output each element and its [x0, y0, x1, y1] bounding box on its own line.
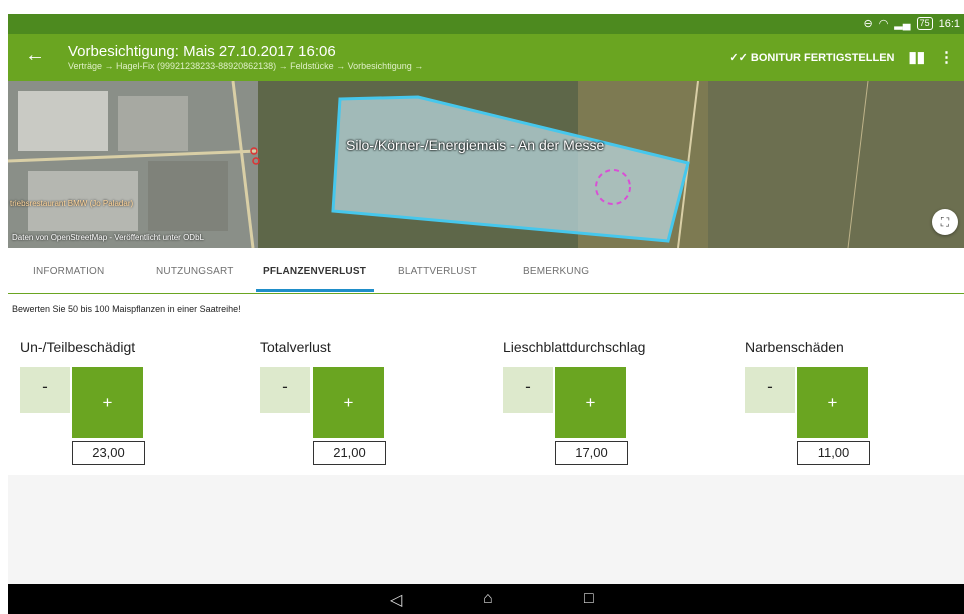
field-label: Silo-/Körner-/Energiemais - An der Messe	[346, 137, 605, 153]
tab-bemerkung[interactable]: BEMERKUNG	[523, 266, 589, 277]
counter-value[interactable]: 11,00	[797, 441, 870, 465]
status-bar: ⊖ ◠ ▂▄ 75 16:1	[8, 14, 964, 34]
status-icons: ⊖ ◠ ▂▄ 75 16:1	[863, 17, 960, 30]
decrement-button[interactable]: -	[745, 367, 795, 413]
system-nav-bar: ◁ ⌂ □	[8, 584, 964, 614]
increment-button[interactable]: +	[72, 367, 143, 438]
tab-pflanzenverlust[interactable]: PFLANZENVERLUST	[263, 266, 366, 277]
do-not-disturb-icon: ⊖	[863, 18, 873, 30]
clock: 16:1	[938, 17, 960, 30]
counter-label: Totalverlust	[260, 339, 331, 355]
decrement-button[interactable]: -	[20, 367, 70, 413]
battery-badge: 75	[916, 17, 933, 30]
finish-rating-button[interactable]: ✓✓ BONITUR FERTIGSTELLEN	[729, 51, 894, 64]
satellite-map	[8, 81, 964, 248]
nav-home-icon[interactable]: ⌂	[483, 590, 493, 608]
counter-value[interactable]: 23,00	[72, 441, 145, 465]
counter-label: Un-/Teilbeschädigt	[20, 339, 136, 355]
nav-back-icon[interactable]: ◁	[390, 590, 402, 610]
decrement-button[interactable]: -	[503, 367, 553, 413]
map-attribution[interactable]: Daten von OpenStreetMap - Veröffentlicht…	[12, 233, 204, 242]
map-icon[interactable]: ▮▮	[908, 48, 925, 66]
tab-information[interactable]: INFORMATION	[33, 266, 104, 277]
counter-value[interactable]: 17,00	[555, 441, 628, 465]
left-border	[0, 0, 8, 614]
app-screen: ⊖ ◠ ▂▄ 75 16:1 ← Vorbesichtigung: Mais 2…	[0, 0, 964, 614]
finish-rating-label: BONITUR FERTIGSTELLEN	[750, 51, 895, 64]
nav-recents-icon[interactable]: □	[584, 590, 594, 608]
tab-bar: INFORMATION NUTZUNGSART PFLANZENVERLUST …	[8, 248, 964, 294]
app-bar: ← Vorbesichtigung: Mais 27.10.2017 16:06…	[8, 34, 964, 81]
tab-blattverlust[interactable]: BLATTVERLUST	[398, 266, 477, 277]
more-vert-icon[interactable]: ⋮	[939, 48, 954, 66]
poi-label: triebsrestaurant BMW (Jo Paladar)	[10, 199, 134, 208]
app-bar-actions: ✓✓ BONITUR FERTIGSTELLEN ▮▮ ⋮	[729, 48, 954, 66]
empty-area	[8, 475, 964, 584]
tab-nutzungsart[interactable]: NUTZUNGSART	[156, 266, 234, 277]
active-tab-indicator	[256, 289, 374, 292]
instruction-text: Bewerten Sie 50 bis 100 Maispflanzen in …	[12, 304, 241, 314]
double-check-icon: ✓✓	[729, 51, 748, 64]
fullscreen-icon[interactable]: ⛶	[932, 209, 958, 235]
page-title: Vorbesichtigung: Mais 27.10.2017 16:06	[68, 43, 336, 60]
plant-loss-panel: Bewerten Sie 50 bis 100 Maispflanzen in …	[8, 294, 964, 475]
signal-icon: ▂▄	[894, 18, 911, 30]
wifi-icon: ◠	[878, 18, 889, 30]
top-strip	[8, 0, 964, 14]
increment-button[interactable]: +	[797, 367, 868, 438]
decrement-button[interactable]: -	[260, 367, 310, 413]
counter-label: Lieschblattdurchschlag	[503, 339, 646, 355]
increment-button[interactable]: +	[555, 367, 626, 438]
arrow-left-icon[interactable]: ←	[25, 44, 45, 67]
counter-value[interactable]: 21,00	[313, 441, 386, 465]
counter-label: Narbenschäden	[745, 339, 844, 355]
increment-button[interactable]: +	[313, 367, 384, 438]
map-view[interactable]: Silo-/Körner-/Energiemais - An der Messe…	[8, 81, 964, 248]
breadcrumb[interactable]: Verträge → Hagel-Fix (99921238233-889208…	[68, 61, 423, 71]
